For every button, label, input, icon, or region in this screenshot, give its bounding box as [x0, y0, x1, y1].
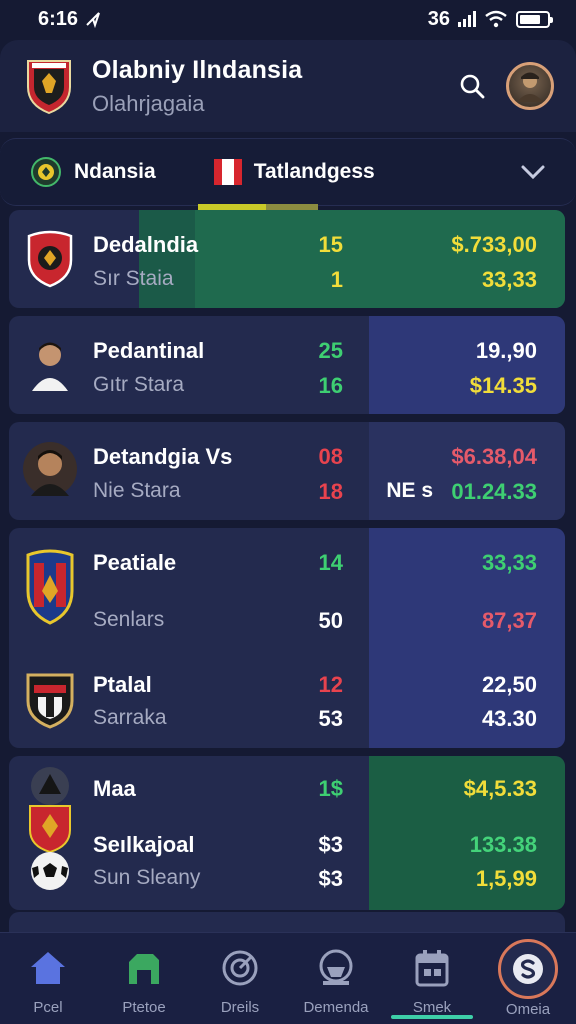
- club-crest-icon: [29, 805, 71, 854]
- team-name-secondary: Seılkajoal: [93, 832, 195, 857]
- filter-bar: Ndansia Tatlandgess: [0, 138, 576, 206]
- stat-primary: 12: [318, 672, 343, 697]
- page-title: Olabniy Ilndansia: [92, 55, 303, 84]
- network-label: 36: [427, 7, 450, 30]
- location-arrow-icon: [86, 12, 100, 28]
- search-button[interactable]: [452, 66, 492, 106]
- player-photo-icon: [28, 335, 72, 391]
- value-secondary: 87,37: [481, 608, 537, 633]
- stat-secondary: 18: [318, 479, 343, 504]
- value-primary: 22,50: [481, 672, 537, 697]
- nav-active-indicator: [391, 1015, 473, 1019]
- page-subtitle: Olahrjagaia: [92, 90, 205, 116]
- calendar-icon: [415, 950, 449, 987]
- nav-ball[interactable]: Demenda: [292, 947, 380, 1016]
- value-secondary: 43.30: [481, 706, 537, 731]
- stat-secondary: 53: [318, 706, 343, 731]
- flag-icon: [213, 159, 242, 185]
- list-item[interactable]: Detandgia Vs Nie Stara 08 18 NE s $6.38,…: [9, 422, 565, 520]
- table-row[interactable]: Peatiale Senlars 14 50 33,33 87,37: [9, 528, 565, 644]
- status-time: 6:16: [38, 7, 79, 30]
- nav-label: Dreils: [220, 999, 260, 1016]
- user-avatar-icon: [517, 72, 543, 102]
- team-subtitle: Senlars: [93, 608, 165, 631]
- club-logo-icon: [27, 60, 71, 115]
- value-secondary: 01.24.33: [451, 479, 537, 504]
- nav-home[interactable]: Pcel: [4, 947, 92, 1016]
- filter-country-label: Tatlandgess: [253, 160, 375, 183]
- stat-primary: 08: [318, 444, 343, 469]
- app-header: Olabniy Ilndansia Olahrjagaia: [0, 40, 576, 132]
- value-primary: 19.,90: [475, 338, 537, 363]
- team-name: Ptalal: [93, 672, 152, 697]
- status-badge: NE s: [386, 479, 433, 502]
- club-crest-icon: [26, 549, 74, 625]
- nav-label: Pcel: [33, 999, 63, 1016]
- team-subtitle: Nie Stara: [93, 479, 181, 502]
- table-row[interactable]: Ptalal Sarraka 12 53 22,50 43.30: [9, 658, 565, 748]
- team-subtitle: Sun Sleany: [93, 866, 201, 889]
- value-primary: $4,5.33: [463, 776, 537, 801]
- team-name: Maa: [93, 776, 136, 801]
- value-secondary: 133.38: [469, 832, 537, 857]
- stat-secondary: 1: [330, 267, 343, 292]
- status-bar: 6:16 36: [0, 0, 576, 38]
- team-subtitle: Sır Staia: [93, 267, 174, 290]
- list-item[interactable]: Maa Seılkajoal Sun Sleany 1$ $3 $3 $4,5.…: [9, 756, 565, 910]
- list-item-group: Peatiale Senlars 14 50 33,33 87,37 Ptala…: [9, 528, 565, 748]
- value-primary: $.733,00: [451, 232, 537, 257]
- value-secondary: $14.35: [469, 373, 537, 398]
- filter-league-label: Ndansia: [74, 160, 156, 183]
- nav-label: Ptetoe: [122, 999, 166, 1016]
- stadium-icon: [129, 954, 159, 984]
- home-icon: [31, 952, 65, 984]
- value-tertiary: 1,5,99: [475, 866, 537, 891]
- nav-dollar[interactable]: Omeia: [484, 939, 572, 1018]
- stat-secondary: 16: [318, 373, 343, 398]
- stat-primary: 14: [318, 550, 343, 575]
- value-primary: 33,33: [481, 550, 537, 575]
- value-primary: $6.38,04: [451, 444, 537, 469]
- ball-icon: [319, 949, 353, 985]
- team-name: Dedalndia: [93, 232, 199, 257]
- stat-secondary: $3: [318, 832, 343, 857]
- filter-country[interactable]: Tatlandgess: [213, 159, 375, 185]
- nav-label: Smek: [412, 999, 452, 1016]
- list-item[interactable]: Dedalndia Sır Staia 15 1 $.733,00 33,33: [9, 210, 565, 308]
- stat-secondary: 50: [318, 608, 343, 633]
- bottom-navigation: Pcel Ptetoe Dreils Demenda Smek Omeia: [0, 932, 576, 1024]
- wifi-icon: [485, 10, 507, 28]
- target-icon: [222, 950, 258, 986]
- signal-icon: [458, 11, 476, 27]
- search-icon: [460, 74, 485, 99]
- nav-stadium[interactable]: Ptetoe: [100, 947, 188, 1016]
- club-crest-icon: [26, 673, 74, 729]
- team-name: Detandgia Vs: [93, 444, 233, 469]
- stat-primary: 15: [318, 232, 343, 257]
- stat-primary: 25: [318, 338, 343, 363]
- league-badge-icon: [31, 157, 61, 187]
- club-crest-icon: [27, 230, 73, 288]
- nav-label: Omeia: [505, 1001, 551, 1018]
- nav-target[interactable]: Dreils: [196, 947, 284, 1016]
- stat-tertiary: $3: [318, 866, 343, 891]
- dollar-icon: [513, 954, 543, 984]
- nav-calendar[interactable]: Smek: [388, 947, 476, 1019]
- team-name: Peatiale: [93, 550, 177, 575]
- list-item[interactable]: Pedantinal Gıtr Stara 25 16 19.,90 $14.3…: [9, 316, 565, 414]
- team-name: Pedantinal: [93, 338, 205, 363]
- nav-label: Demenda: [303, 999, 369, 1016]
- chevron-down-icon[interactable]: [520, 164, 546, 180]
- soccer-ball-icon: [31, 852, 69, 890]
- club-emblem-icon: [31, 767, 69, 805]
- team-subtitle: Sarraka: [93, 706, 167, 729]
- value-secondary: 33,33: [481, 267, 537, 292]
- player-photo-icon: [23, 442, 77, 496]
- battery-icon: [516, 10, 553, 28]
- stat-primary: 1$: [318, 776, 343, 801]
- avatar[interactable]: [506, 62, 554, 110]
- team-subtitle: Gıtr Stara: [93, 373, 185, 396]
- filter-league[interactable]: Ndansia: [30, 156, 156, 188]
